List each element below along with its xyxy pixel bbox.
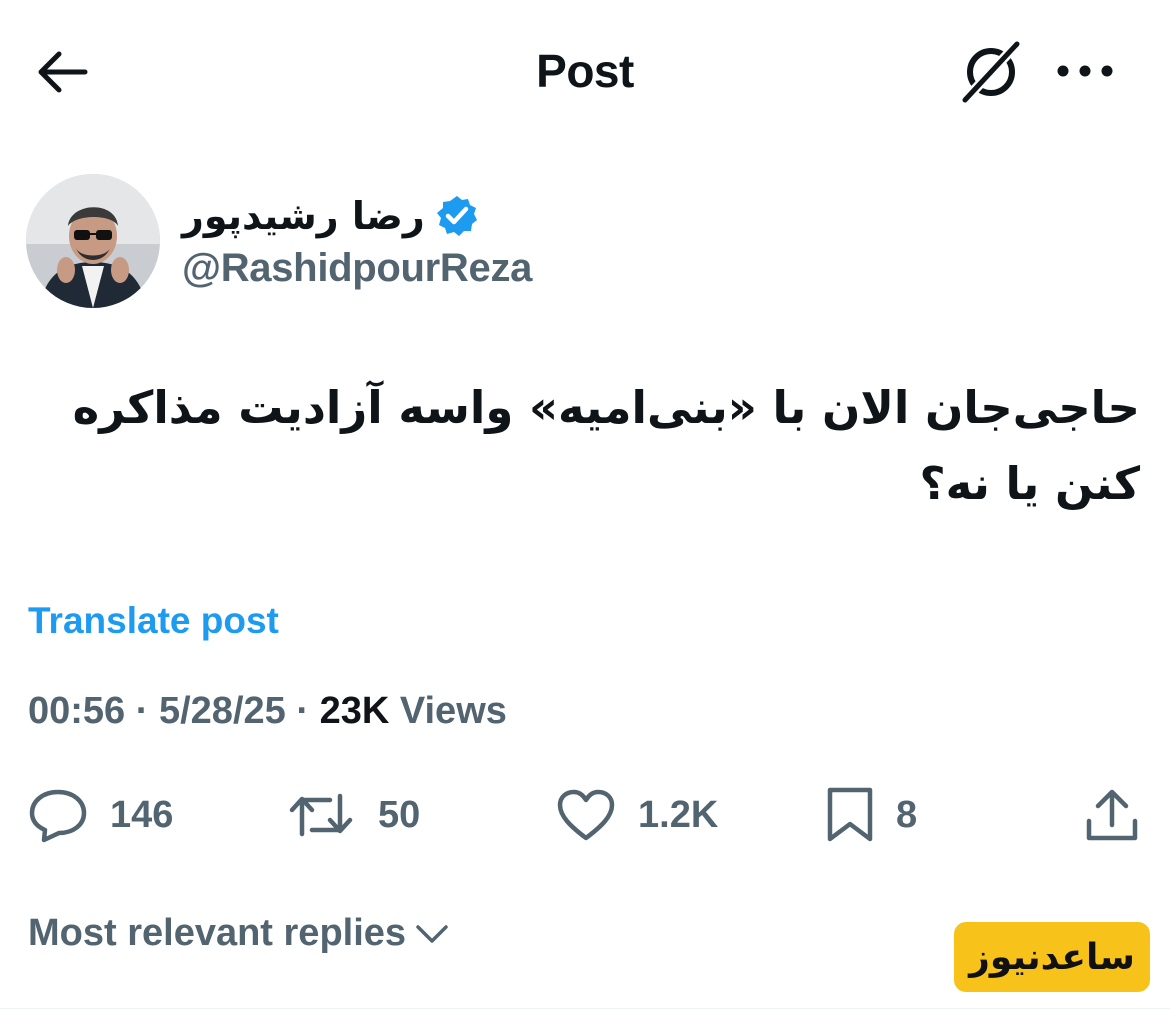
author-name-row[interactable]: رضا رشیدپور <box>182 186 479 246</box>
grok-button[interactable] <box>955 36 1027 108</box>
avatar[interactable] <box>26 174 160 308</box>
share-icon <box>1086 789 1138 841</box>
post-text: حاجی‌جان الان با «بنی‌امیه» واسه آزادیت … <box>72 381 1140 510</box>
like-count: 1.2K <box>638 793 719 836</box>
share-button[interactable] <box>1084 780 1140 850</box>
bookmark-button[interactable]: 8 <box>826 780 917 850</box>
heart-icon <box>557 789 615 841</box>
chevron-down-icon <box>416 924 448 943</box>
like-button[interactable]: 1.2K <box>556 780 718 850</box>
avatar-photo <box>26 174 160 308</box>
post-date[interactable]: 5/28/25 <box>159 690 286 732</box>
meta-separator: · <box>135 690 149 732</box>
grok-icon <box>960 39 1022 105</box>
source-watermark: ساعدنیوز <box>954 922 1150 992</box>
post-metadata: 00:56 · 5/28/25 · 23K Views <box>28 690 507 733</box>
repost-icon <box>289 793 353 837</box>
views-count: 23K <box>319 690 390 732</box>
bookmark-icon <box>827 787 873 842</box>
reply-icon <box>29 789 87 843</box>
reply-button[interactable]: 146 <box>28 780 173 850</box>
more-options-button[interactable] <box>1050 46 1120 96</box>
translate-post-link[interactable]: Translate post <box>28 600 279 642</box>
action-bar: 146 50 1.2K 8 <box>0 780 1170 850</box>
verified-badge-icon <box>435 194 479 238</box>
replies-sort-dropdown[interactable]: Most relevant replies <box>28 912 450 955</box>
post-time[interactable]: 00:56 <box>28 690 125 732</box>
post-detail-screen: Post <box>0 0 1170 1012</box>
meta-separator: · <box>296 690 309 732</box>
bookmark-count: 8 <box>896 793 918 836</box>
repost-button[interactable]: 50 <box>286 780 420 850</box>
top-bar: Post <box>0 0 1170 140</box>
author-display-name[interactable]: رضا رشیدپور <box>182 194 425 238</box>
views-label: Views <box>399 690 507 732</box>
replies-sort-label: Most relevant replies <box>28 912 407 954</box>
author-handle[interactable]: @RashidpourReza <box>182 246 532 291</box>
reply-count: 146 <box>110 793 174 836</box>
more-horizontal-icon <box>1057 65 1113 77</box>
divider <box>0 1008 1170 1009</box>
repost-count: 50 <box>378 793 421 836</box>
